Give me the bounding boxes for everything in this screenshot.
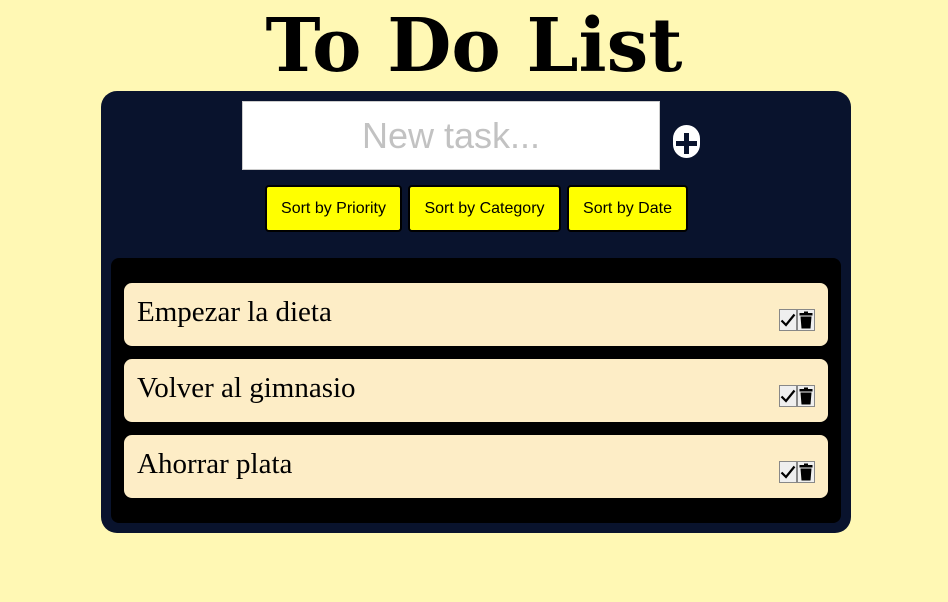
trash-icon (799, 311, 813, 329)
add-task-button[interactable] (673, 125, 700, 158)
trash-icon (799, 463, 813, 481)
task-item: Empezar la dieta (124, 283, 828, 346)
complete-task-button[interactable] (779, 461, 797, 483)
task-actions (779, 309, 815, 331)
delete-task-button[interactable] (797, 385, 815, 407)
complete-task-button[interactable] (779, 385, 797, 407)
delete-task-button[interactable] (797, 309, 815, 331)
sort-toolbar: Sort by Priority Sort by Category Sort b… (101, 185, 851, 233)
plus-circle-icon (673, 132, 700, 155)
todo-panel: Sort by Priority Sort by Category Sort b… (101, 91, 851, 533)
complete-task-button[interactable] (779, 309, 797, 331)
checkmark-icon (780, 313, 796, 327)
task-text: Empezar la dieta (137, 296, 332, 328)
sort-by-date-button[interactable]: Sort by Date (567, 185, 688, 232)
task-actions (779, 385, 815, 407)
trash-icon (799, 387, 813, 405)
sort-by-category-button[interactable]: Sort by Category (408, 185, 561, 232)
task-text: Ahorrar plata (137, 448, 293, 480)
checkmark-icon (780, 389, 796, 403)
task-text: Volver al gimnasio (137, 372, 356, 404)
task-item: Volver al gimnasio (124, 359, 828, 422)
todo-app: To Do List Sort by Priority Sort by Cate… (0, 0, 948, 602)
new-task-input[interactable] (242, 101, 660, 170)
sort-by-priority-button[interactable]: Sort by Priority (265, 185, 402, 232)
task-item: Ahorrar plata (124, 435, 828, 498)
task-actions (779, 461, 815, 483)
page-title: To Do List (265, 3, 683, 89)
task-list: Empezar la dieta Volver al gimnasio Ahor… (111, 258, 841, 523)
delete-task-button[interactable] (797, 461, 815, 483)
checkmark-icon (780, 465, 796, 479)
